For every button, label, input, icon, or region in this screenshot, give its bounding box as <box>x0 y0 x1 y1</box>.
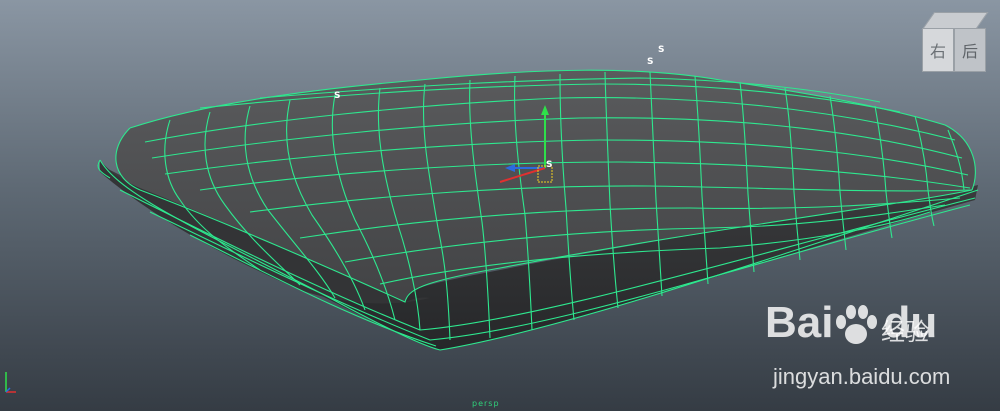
component-mark: S <box>658 45 665 55</box>
camera-label: persp <box>472 399 500 408</box>
view-cube-left-face[interactable]: 右 <box>922 28 954 72</box>
component-mark: S <box>546 160 553 170</box>
view-cube[interactable]: 右 后 <box>920 12 990 76</box>
component-mark: S <box>647 57 654 67</box>
paw-icon <box>836 305 877 344</box>
axis-indicator-icon <box>5 372 16 393</box>
view-cube-right-face[interactable]: 后 <box>954 28 986 72</box>
component-mark: S <box>334 91 341 101</box>
watermark-cn: 经验 <box>881 318 929 346</box>
baidu-watermark: Bai du 经验 jingyan.baidu.com <box>765 298 995 398</box>
watermark-url: jingyan.baidu.com <box>773 364 951 389</box>
